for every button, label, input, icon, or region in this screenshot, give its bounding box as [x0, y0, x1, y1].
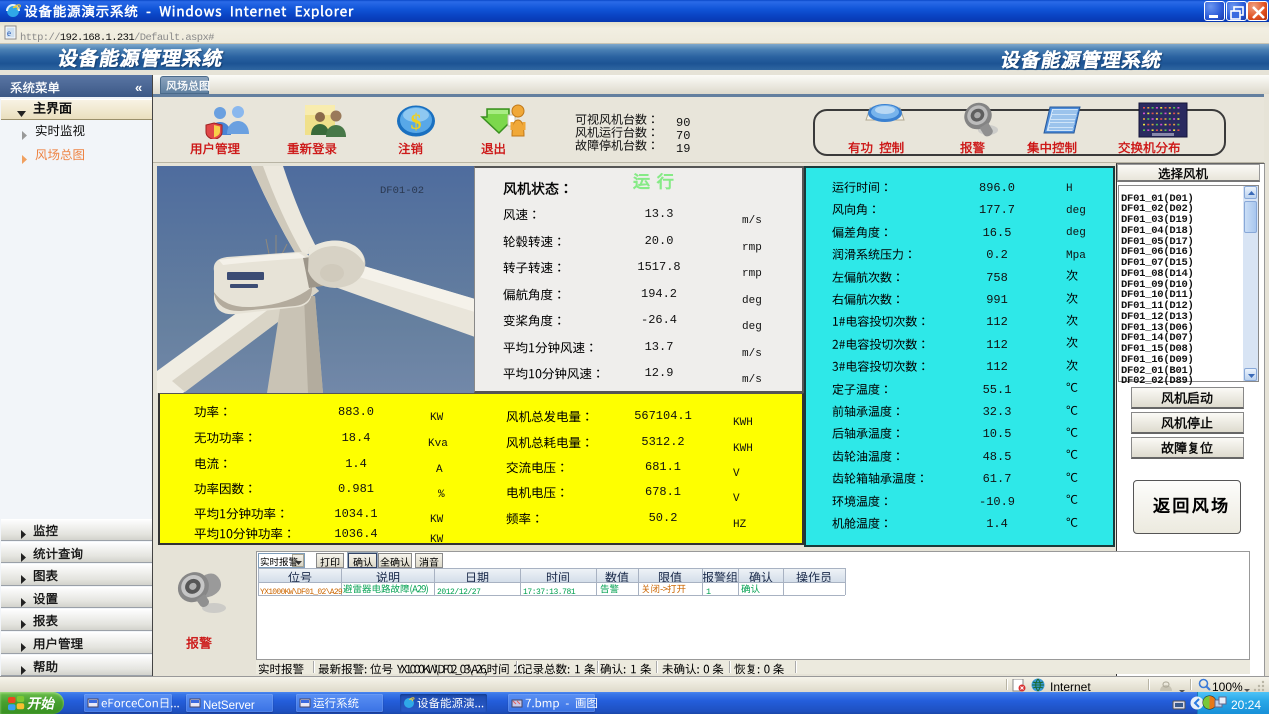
- svg-text:DF01-02: DF01-02: [380, 185, 424, 197]
- svg-text:e: e: [7, 28, 11, 38]
- svg-text:$: $: [411, 109, 422, 134]
